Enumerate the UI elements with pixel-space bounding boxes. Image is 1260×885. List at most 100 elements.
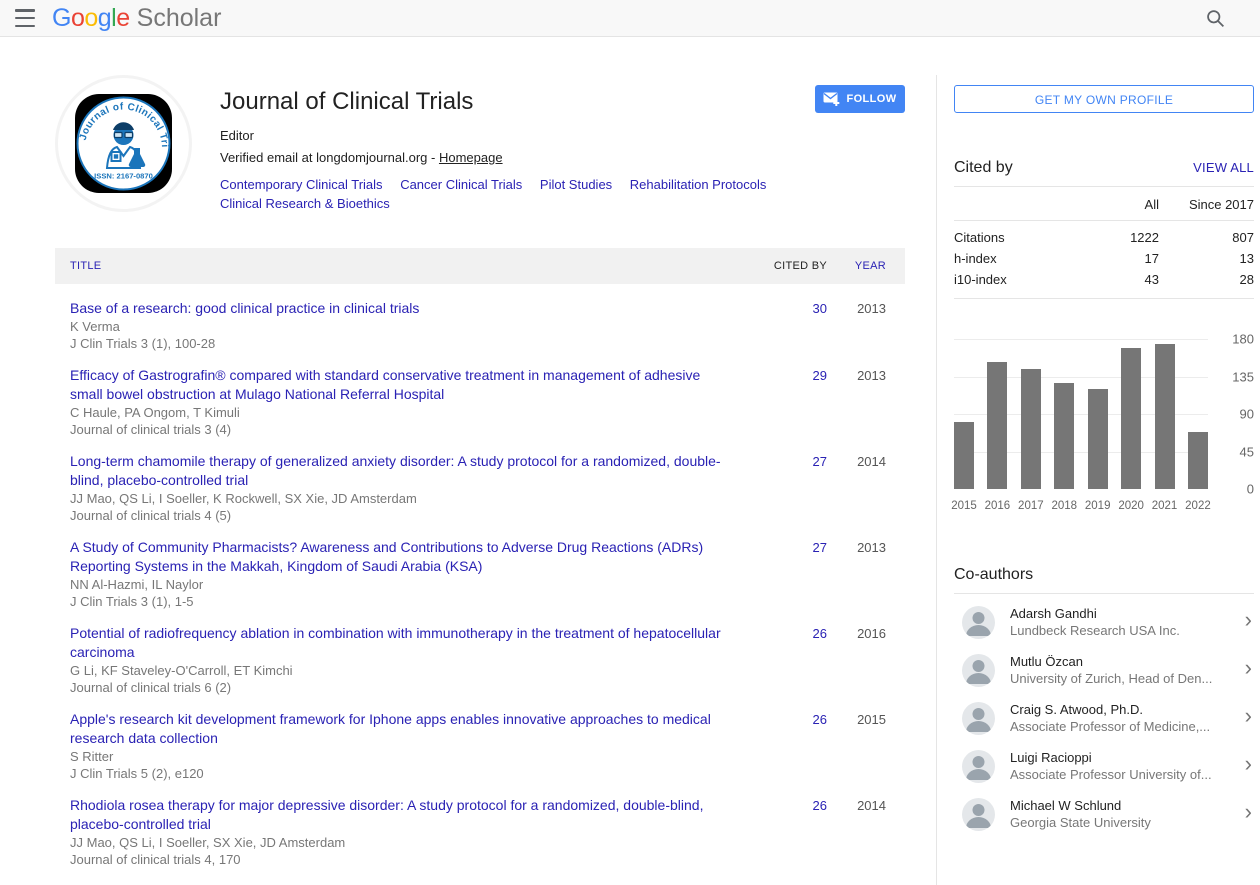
article-authors: JJ Mao, QS Li, I Soeller, SX Xie, JD Ams…: [70, 834, 725, 851]
chevron-right-icon: ›: [1237, 609, 1254, 635]
follow-button[interactable]: FOLLOW: [815, 85, 905, 113]
coauthor-affiliation: Associate Professor of Medicine,...: [1010, 718, 1237, 735]
search-icon[interactable]: [1205, 8, 1226, 32]
y-tick: 45: [1240, 444, 1254, 459]
article-title-link[interactable]: A Study of Community Pharmacists? Awaren…: [70, 538, 725, 576]
journal-logo-issn: ISSN: 2167-0870: [94, 172, 153, 181]
article-authors: C Haule, PA Ongom, T Kimuli: [70, 404, 725, 421]
stats-label: Citations: [954, 230, 1089, 245]
article-title-link[interactable]: Long-term chamomile therapy of generaliz…: [70, 452, 725, 490]
chart-y-axis: 180 135 90 45 0: [1216, 339, 1254, 489]
interest-link[interactable]: Pilot Studies: [540, 175, 612, 194]
article-cited-count: 27: [755, 452, 827, 524]
stats-value-all: 17: [1089, 251, 1159, 266]
coauthor-name[interactable]: Adarsh Gandhi: [1010, 605, 1237, 622]
logo-scholar-text: Scholar: [137, 4, 222, 33]
interest-link[interactable]: Clinical Research & Bioethics: [220, 194, 390, 213]
google-scholar-logo[interactable]: Google Scholar: [52, 4, 221, 33]
coauthor-affiliation: Georgia State University: [1010, 814, 1237, 831]
cited-count-link[interactable]: 27: [813, 540, 827, 555]
stats-rows: Citations 1222 807 h-index 17 13 i10-ind…: [954, 227, 1254, 299]
coauthor-affiliation: Associate Professor University of...: [1010, 766, 1237, 783]
get-my-own-profile-button[interactable]: GET MY OWN PROFILE: [954, 85, 1254, 113]
homepage-link[interactable]: Homepage: [439, 150, 503, 165]
interest-link[interactable]: Contemporary Clinical Trials: [220, 175, 383, 194]
article-row: Apple's research kit development framewo…: [55, 703, 905, 789]
article-cited-count: 26: [755, 710, 827, 782]
cited-count-link[interactable]: 26: [813, 626, 827, 641]
coauthor-row[interactable]: Craig S. Atwood, Ph.D. Associate Profess…: [954, 694, 1254, 742]
logo-letter: o: [71, 4, 84, 33]
coauthor-avatar: [962, 654, 995, 687]
article-title-link[interactable]: Apple's research kit development framewo…: [70, 710, 725, 748]
cited-count-link[interactable]: 26: [813, 798, 827, 813]
bar-2017: [1021, 369, 1041, 489]
stats-value-since: 13: [1159, 251, 1254, 266]
article-year: 2015: [827, 710, 905, 782]
profile-avatar: Journal of Clinical Trials ISSN: 2167-08…: [55, 75, 192, 212]
view-all-link[interactable]: VIEW ALL: [1193, 160, 1254, 175]
coauthor-name[interactable]: Craig S. Atwood, Ph.D.: [1010, 701, 1237, 718]
cited-count-link[interactable]: 27: [813, 454, 827, 469]
logo-letter: e: [116, 4, 129, 33]
sort-by-title-header[interactable]: TITLE: [55, 260, 755, 272]
interest-link[interactable]: Cancer Clinical Trials: [400, 175, 522, 194]
stats-value-since: 807: [1159, 230, 1254, 245]
envelope-plus-icon: [823, 92, 840, 106]
articles-table-header: TITLE CITED BY YEAR: [55, 248, 905, 284]
coauthor-affiliation: Lundbeck Research USA Inc.: [1010, 622, 1237, 639]
chevron-right-icon: ›: [1237, 753, 1254, 779]
stats-label: h-index: [954, 251, 1089, 266]
coauthor-row[interactable]: Michael W Schlund Georgia State Universi…: [954, 790, 1254, 838]
cited-by-header: CITED BY: [755, 260, 827, 272]
coauthor-name[interactable]: Michael W Schlund: [1010, 797, 1237, 814]
article-venue: Journal of clinical trials 6 (2): [70, 679, 725, 696]
article-venue: Journal of clinical trials 4 (5): [70, 507, 725, 524]
interest-link[interactable]: Rehabilitation Protocols: [630, 175, 767, 194]
article-year: 2013: [827, 538, 905, 610]
x-tick: 2019: [1083, 500, 1113, 512]
citations-bar-chart: 180 135 90 45 0 2015 2016 2017 2018 2019…: [954, 335, 1254, 512]
profile-interests: Contemporary Clinical Trials Cancer Clin…: [220, 175, 840, 213]
article-year: 2013: [827, 366, 905, 438]
coauthor-name[interactable]: Luigi Racioppi: [1010, 749, 1237, 766]
bar-2020: [1121, 348, 1141, 489]
cited-count-link[interactable]: 26: [813, 712, 827, 727]
coauthors-heading: Co-authors: [954, 566, 1033, 584]
article-cited-count: 26: [755, 624, 827, 696]
chevron-right-icon: ›: [1237, 657, 1254, 683]
article-title-link[interactable]: Potential of radiofrequency ablation in …: [70, 624, 725, 662]
coauthor-row[interactable]: Adarsh Gandhi Lundbeck Research USA Inc.…: [954, 598, 1254, 646]
article-authors: NN Al-Hazmi, IL Naylor: [70, 576, 725, 593]
cited-count-link[interactable]: 30: [813, 301, 827, 316]
bar-2016: [987, 362, 1007, 489]
article-venue: J Clin Trials 3 (1), 100-28: [70, 335, 725, 352]
right-sidebar: GET MY OWN PROFILE Cited by VIEW ALL All…: [936, 75, 1254, 885]
sort-by-year-header[interactable]: YEAR: [827, 260, 905, 272]
coauthor-name[interactable]: Mutlu Özcan: [1010, 653, 1237, 670]
article-title-link[interactable]: Base of a research: good clinical practi…: [70, 299, 725, 318]
article-title-link[interactable]: Rhodiola rosea therapy for major depress…: [70, 796, 725, 834]
coauthor-avatar: [962, 702, 995, 735]
cited-count-link[interactable]: 29: [813, 368, 827, 383]
stats-label: i10-index: [954, 272, 1089, 287]
article-row: Base of a research: good clinical practi…: [55, 292, 905, 359]
coauthor-row[interactable]: Luigi Racioppi Associate Professor Unive…: [954, 742, 1254, 790]
stats-header-row: All Since 2017: [954, 187, 1254, 221]
article-cited-count: 27: [755, 538, 827, 610]
x-tick: 2022: [1183, 500, 1213, 512]
stats-value-all: 1222: [1089, 230, 1159, 245]
x-tick: 2016: [982, 500, 1012, 512]
article-main: Apple's research kit development framewo…: [55, 710, 755, 782]
article-year: 2013: [827, 299, 905, 352]
cited-by-heading: Cited by: [954, 159, 1013, 177]
article-venue: J Clin Trials 3 (1), 1-5: [70, 593, 725, 610]
hamburger-menu-icon[interactable]: [12, 8, 38, 28]
coauthor-row[interactable]: Mutlu Özcan University of Zurich, Head o…: [954, 646, 1254, 694]
profile-name: Journal of Clinical Trials: [220, 88, 840, 116]
article-title-link[interactable]: Efficacy of Gastrografin® compared with …: [70, 366, 725, 404]
article-main: Efficacy of Gastrografin® compared with …: [55, 366, 755, 438]
logo-letter: o: [84, 4, 97, 33]
coauthor-avatar: [962, 798, 995, 831]
profile-info: Journal of Clinical Trials Editor Verifi…: [220, 75, 840, 213]
